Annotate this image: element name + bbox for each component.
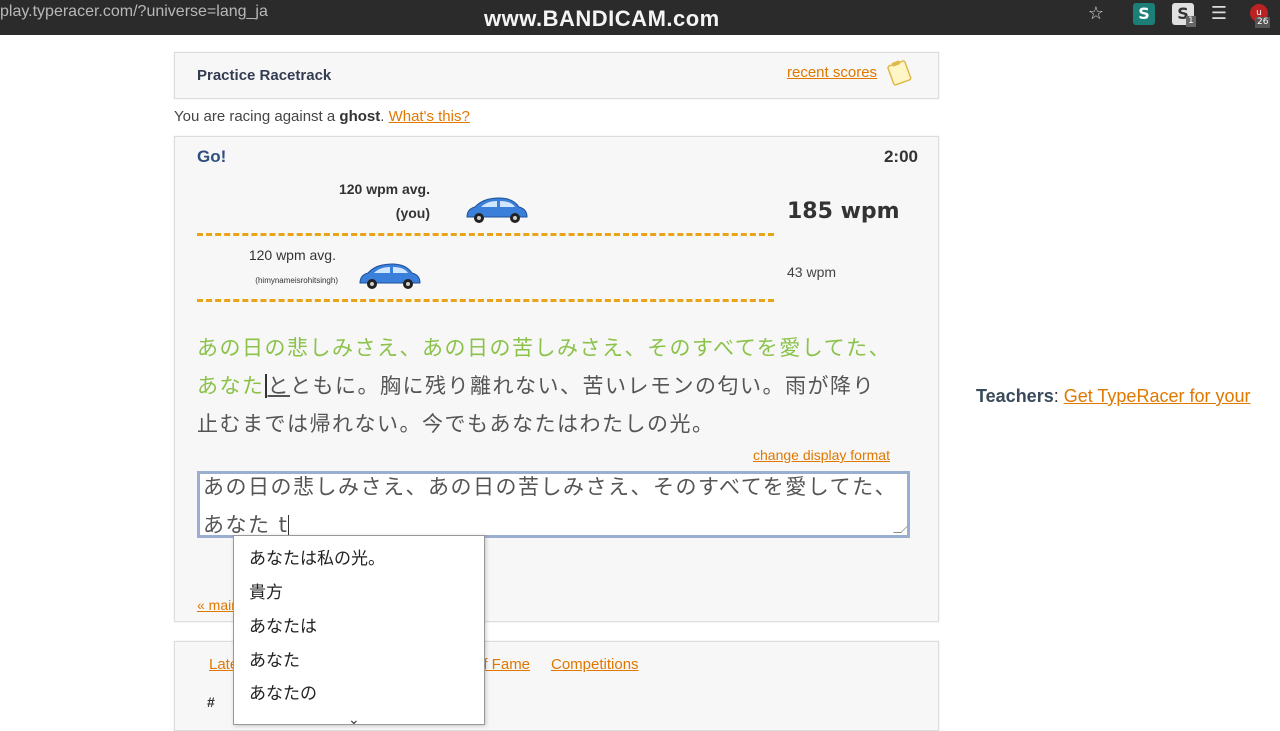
ime-candidate[interactable]: あなたは私の光。 [249, 544, 385, 569]
race-passage: あの日の悲しみさえ、あの日の苦しみさえ、そのすべてを愛してた、あなた とともに。胸… [197, 329, 897, 443]
car-icon [466, 197, 528, 223]
text-caret [288, 515, 290, 535]
tab-competitions[interactable]: Competitions [551, 656, 639, 673]
s-extension-icon[interactable]: S [1133, 3, 1155, 25]
ime-candidate[interactable]: あなた [249, 646, 300, 671]
ime-candidate[interactable]: あなたは [249, 612, 317, 637]
race-status: Go! [197, 147, 227, 166]
typing-input[interactable]: あの日の悲しみさえ、あの日の苦しみさえ、そのすべてを愛してた、あなた t [197, 471, 910, 538]
ghost-notice-suffix: . [380, 108, 385, 125]
extension-badge: 1 [1186, 16, 1196, 27]
you-avg-label: 120 wpm avg. [338, 181, 430, 197]
recording-watermark: www.BANDICAM.com [484, 6, 720, 31]
teachers-label: Teachers [976, 386, 1054, 406]
practice-header: Practice Racetrack recent scores [174, 52, 939, 99]
you-tag-label: (you) [395, 205, 430, 221]
change-display-format-link[interactable]: change display format [753, 447, 890, 463]
ime-candidate[interactable]: あなたの [249, 679, 317, 704]
star-icon[interactable]: ☆ [1085, 3, 1107, 25]
ghost-notice-bold: ghost [339, 108, 381, 125]
whats-this-link[interactable]: What's this? [389, 108, 470, 125]
recent-scores-link[interactable]: recent scores [787, 64, 877, 81]
ghost-wpm: 43 wpm [787, 264, 837, 280]
ghost-notice-prefix: You are racing against a [174, 108, 336, 125]
rank-column-header: # [207, 694, 215, 710]
teachers-sep: : [1053, 386, 1064, 406]
lane-divider [197, 299, 774, 302]
ublock-badge: 26 [1255, 17, 1271, 28]
ghost-notice: You are racing against a ghost. What's t… [174, 108, 470, 125]
ime-candidate[interactable]: 貴方 [249, 578, 283, 603]
clipboard-icon[interactable] [885, 57, 914, 87]
teachers-link[interactable]: Get TypeRacer for your [1064, 386, 1251, 406]
remaining-text: ともに。胸に残り離れない、苦いレモンの匂い。雨が降り止むまでは帰れない。今でもあ… [197, 374, 875, 436]
lane-divider [197, 233, 774, 236]
ime-expand-icon[interactable]: ⌄ [348, 712, 360, 728]
you-wpm: 185 wpm [787, 199, 900, 224]
menu-icon[interactable]: ☰ [1208, 3, 1230, 25]
car-icon [359, 263, 421, 289]
ghost-name-label: (himynameisrohitsingh) [255, 276, 338, 285]
teachers-promo: Teachers: Get TypeRacer for your [976, 386, 1250, 407]
current-char: と [264, 374, 290, 398]
ghost-avg-label: 120 wpm avg. [248, 247, 336, 263]
page-title: Practice Racetrack [197, 67, 332, 84]
browser-toolbar: play.typeracer.com/?universe=lang_ja www… [0, 0, 1280, 35]
address-bar[interactable]: play.typeracer.com/?universe=lang_ja [0, 3, 268, 21]
input-committed-text: あの日の悲しみさえ、あの日の苦しみさえ、そのすべてを愛してた、 [203, 475, 898, 499]
ime-candidate-list: あなたは私の光。 貴方 あなたは あなた あなたの ⌄ [233, 535, 485, 728]
race-timer: 2:00 [883, 147, 918, 166]
